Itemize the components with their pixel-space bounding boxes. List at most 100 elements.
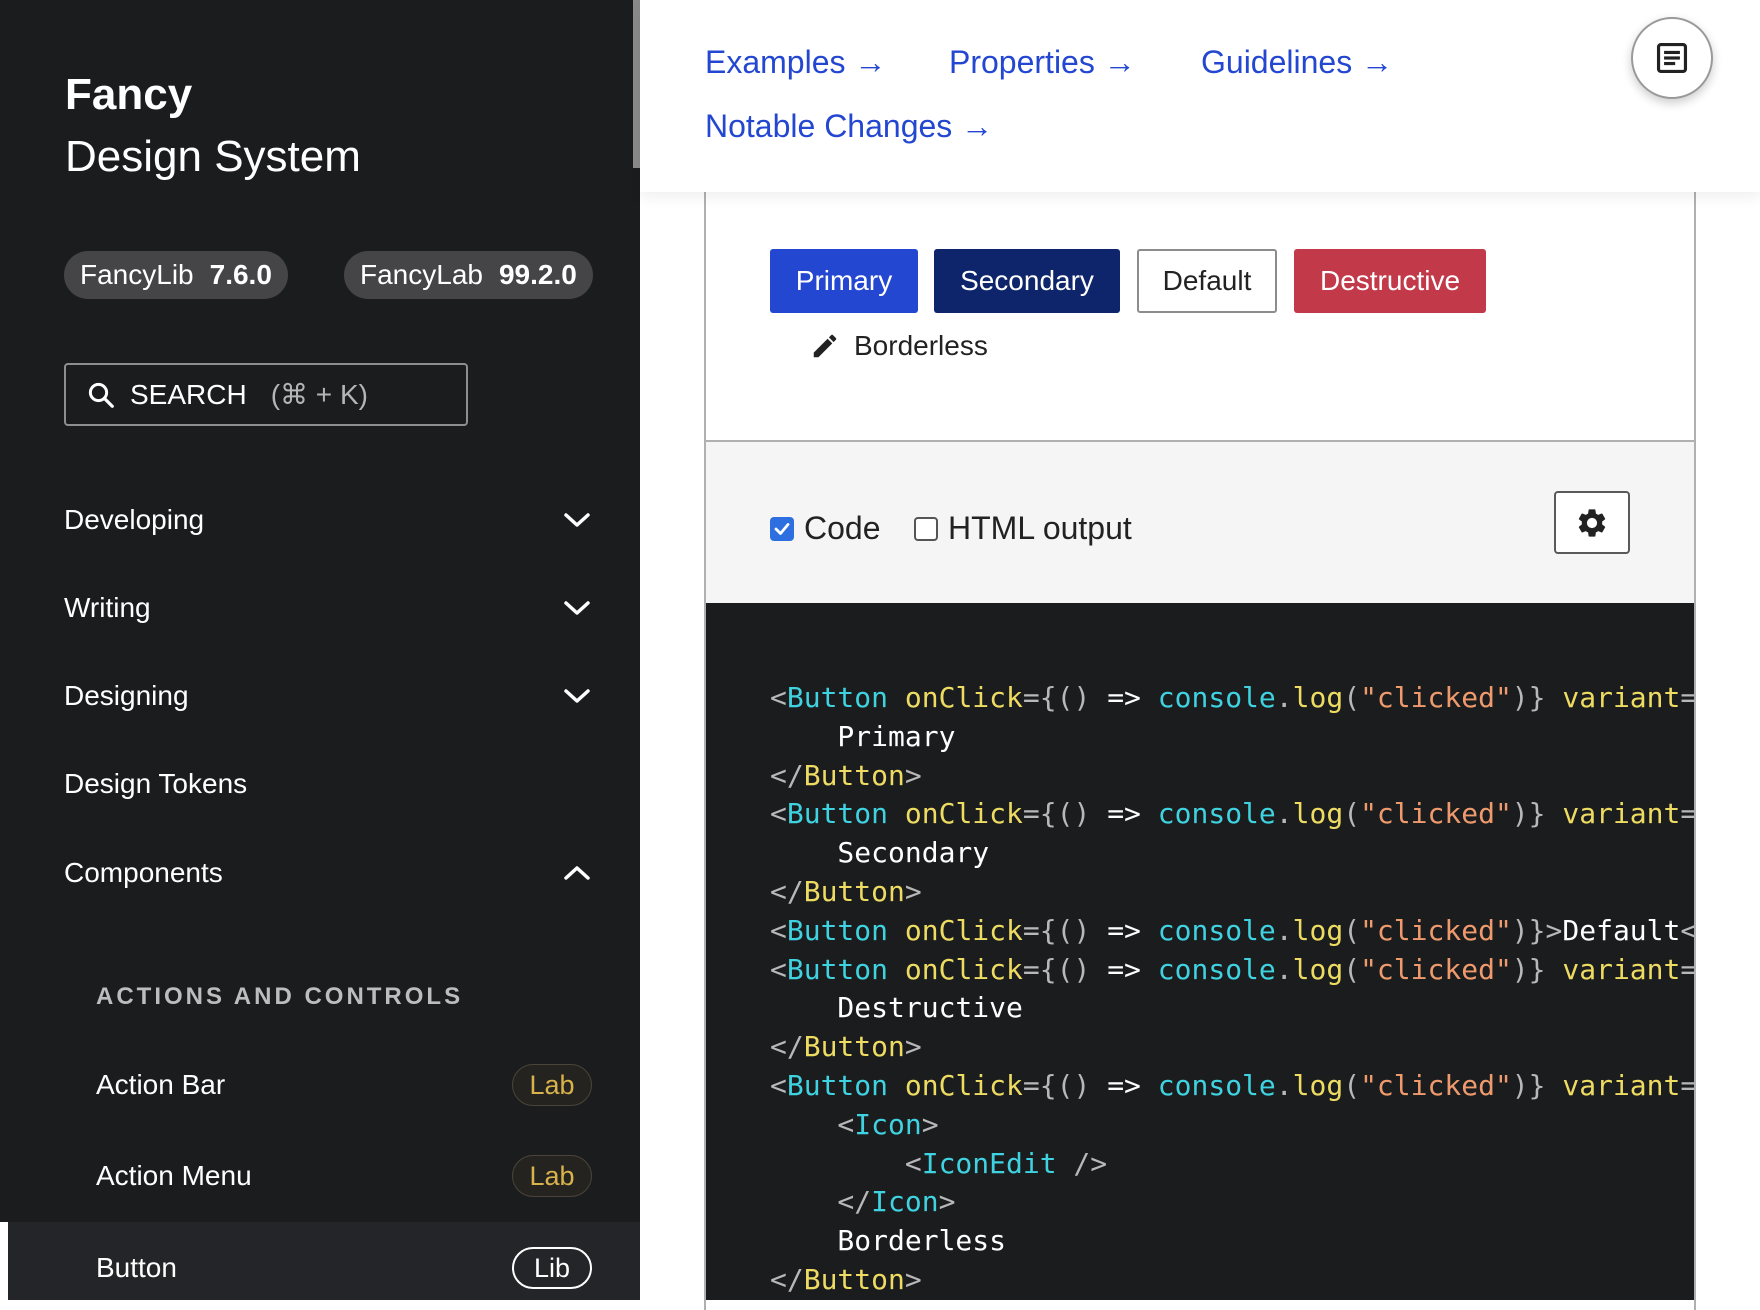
status-badge: Lab (512, 1155, 592, 1197)
code-token: </ (770, 1263, 804, 1296)
code-token: > (904, 758, 922, 792)
code-token: log (1292, 1069, 1344, 1102)
code-token: variant (1562, 797, 1681, 831)
toc-link-notable-changes[interactable]: Notable Changes → (705, 108, 993, 145)
code-token: = (1680, 1069, 1694, 1102)
version-pill-name: FancyLib (80, 259, 194, 290)
code-token: console (1157, 952, 1276, 986)
code-token: > (904, 1263, 922, 1296)
default-button[interactable]: Default (1137, 249, 1277, 313)
code-token: => (1107, 913, 1141, 947)
version-pill-fancylib[interactable]: FancyLib 7.6.0 (64, 251, 288, 299)
code-line: </Button> (770, 1263, 922, 1296)
code-token: Button (803, 1263, 905, 1296)
code-token: => (1107, 1069, 1141, 1102)
code-token: ( (1343, 1069, 1361, 1102)
destructive-button[interactable]: Destructive (1294, 249, 1486, 313)
code-token: Secondary (770, 836, 990, 870)
version-pill-number: 99.2.0 (498, 259, 577, 290)
search-shortcut: (⌘ + K) (270, 379, 368, 410)
code-token: => (1107, 681, 1141, 714)
toc-toggle-button[interactable] (1631, 17, 1713, 99)
code-token: variant (1562, 1069, 1681, 1102)
code-line: <Button onClick={() => console.log("clic… (770, 681, 1694, 714)
code-token: )}> (1511, 913, 1563, 947)
example-preview (706, 192, 1694, 442)
code-token: log (1292, 913, 1344, 947)
sub-item-label: Action Bar (96, 1069, 226, 1100)
nav-item-writing[interactable]: Writing (64, 588, 594, 628)
borderless-button-label: Borderless (854, 330, 988, 361)
code-line: <Button onClick={() => console.log("clic… (770, 797, 1694, 830)
code-line: </Icon> (770, 1185, 955, 1218)
code-token: Button (786, 913, 889, 947)
code-line: </Button> (770, 875, 922, 908)
primary-button[interactable]: Primary (770, 249, 918, 313)
code-token: Primary (770, 719, 956, 753)
search-button[interactable]: SEARCH (⌘ + K) (64, 363, 468, 426)
code-token: variant (1562, 681, 1681, 714)
code-checkbox[interactable]: Code (770, 510, 881, 547)
nav-item-label: Designing (64, 680, 189, 711)
code-token: console (1157, 1069, 1276, 1102)
secondary-button[interactable]: Secondary (934, 249, 1120, 313)
settings-button[interactable] (1554, 491, 1630, 554)
code-token: => (1107, 797, 1141, 831)
code-token: = (1680, 952, 1694, 986)
borderless-button[interactable]: Borderless (810, 326, 988, 366)
code-token: ={() (1022, 681, 1108, 714)
code-token: . (1275, 1069, 1293, 1102)
code-token: ( (1343, 797, 1361, 831)
nav-item-design-tokens[interactable]: Design Tokens (64, 764, 594, 804)
code-token: onClick (904, 913, 1023, 947)
code-token: ( (1343, 681, 1361, 714)
code-token: < (770, 913, 787, 947)
code-token: > (904, 875, 922, 908)
code-line: </Button> (770, 1030, 922, 1063)
code-checkbox-label: Code (804, 510, 881, 546)
toc-link-properties[interactable]: Properties → (949, 44, 1136, 81)
code-token: < (770, 797, 787, 831)
code-token: => (1107, 952, 1141, 986)
code-token: onClick (904, 797, 1023, 831)
status-badge: Lib (512, 1247, 592, 1289)
code-token: < (770, 681, 787, 714)
code-line: Destructive (770, 991, 1022, 1024)
code-token: )} (1511, 952, 1563, 986)
nav-item-components[interactable]: Components (64, 853, 594, 893)
code-token: ={() (1022, 797, 1108, 831)
code-token: = (1680, 681, 1694, 714)
code-token: ( (1343, 952, 1361, 986)
code-token: log (1292, 952, 1344, 986)
sidebar-item-action-bar[interactable]: Action Bar Lab (96, 1063, 592, 1107)
html-output-checkbox-label: HTML output (948, 510, 1132, 546)
sidebar-item-button[interactable]: Button Lib (96, 1246, 592, 1290)
brand-title[interactable]: Fancy (65, 70, 192, 120)
code-token: </ (770, 875, 804, 908)
nav-item-developing[interactable]: Developing (64, 500, 594, 540)
code-token: > (938, 1185, 956, 1219)
brand-subtitle[interactable]: Design System (65, 132, 361, 182)
code-block[interactable]: <Button onClick={() => console.log("clic… (706, 603, 1694, 1300)
code-token: < (770, 1069, 787, 1102)
sidebar-item-action-menu[interactable]: Action Menu Lab (96, 1154, 592, 1198)
sidebar: Fancy Design System FancyLib 7.6.0 Fancy… (0, 0, 640, 1300)
status-badge: Lab (512, 1064, 592, 1106)
code-token: ( (1343, 913, 1361, 947)
document-list-icon (1656, 42, 1688, 74)
code-line: <Button onClick={() => console.log("clic… (770, 1069, 1694, 1102)
version-pill-fancylab[interactable]: FancyLab 99.2.0 (344, 251, 593, 299)
toc-link-guidelines[interactable]: Guidelines → (1201, 44, 1393, 81)
code-token: = (1680, 797, 1694, 831)
code-token: . (1275, 681, 1293, 714)
nav-item-designing[interactable]: Designing (64, 676, 594, 716)
code-token: Default (1562, 913, 1681, 947)
sub-item-label: Button (96, 1252, 177, 1283)
version-pill-number: 7.6.0 (209, 259, 272, 290)
html-output-checkbox[interactable]: HTML output (914, 510, 1132, 547)
toc-link-examples[interactable]: Examples → (705, 44, 886, 81)
sidebar-scrollbar[interactable] (633, 0, 640, 168)
